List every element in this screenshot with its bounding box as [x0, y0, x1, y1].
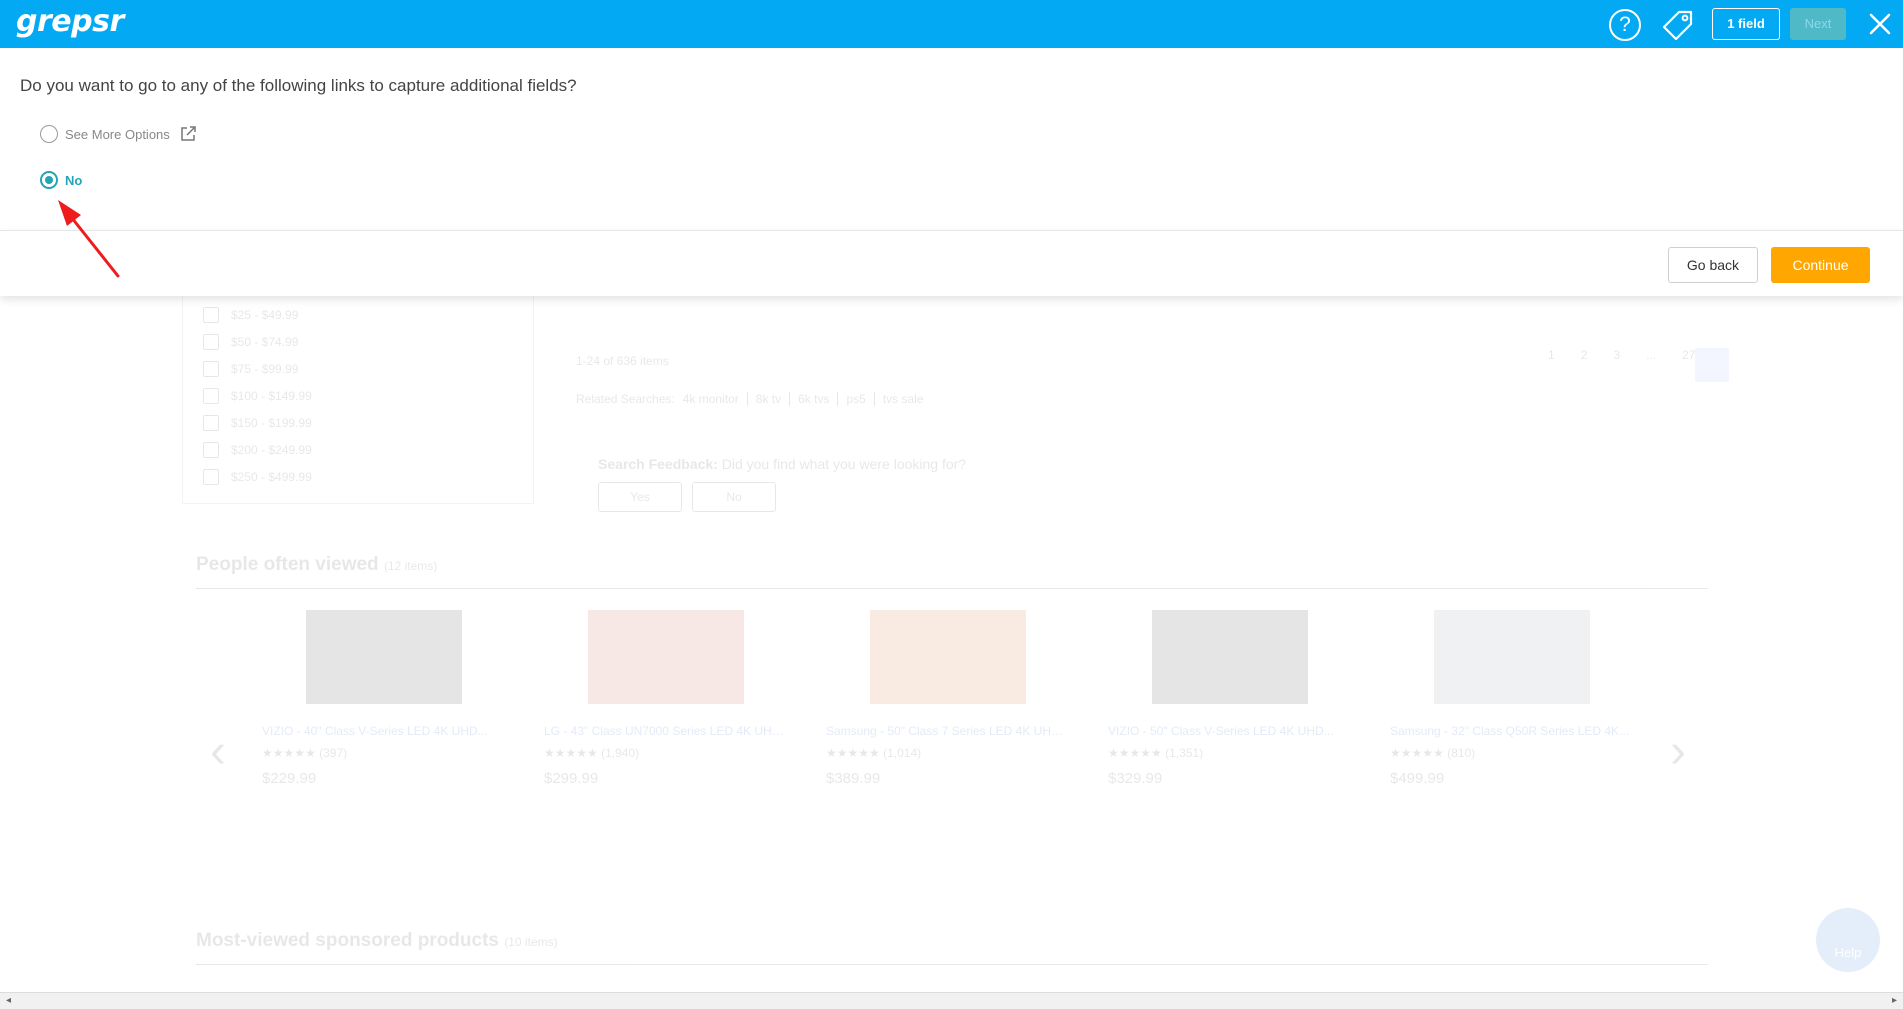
- option-label[interactable]: No: [65, 173, 82, 188]
- people-viewed-title: People often viewed (12 items): [196, 554, 438, 575]
- continue-button[interactable]: Continue: [1771, 247, 1870, 283]
- scroll-left-icon[interactable]: ◂: [6, 995, 11, 1006]
- radio-no[interactable]: [40, 171, 58, 189]
- link-question-panel: Do you want to go to any of the followin…: [0, 48, 1903, 230]
- price-filter-option: $25 - $49.99: [203, 306, 298, 324]
- fields-count-button[interactable]: 1 field: [1712, 8, 1780, 40]
- related-searches: Related Searches: 4k monitor 8k tv 6k tv…: [576, 392, 924, 406]
- divider: [196, 588, 1708, 589]
- product-image: [588, 610, 744, 704]
- next-button[interactable]: Next: [1790, 8, 1846, 40]
- product-image: [870, 610, 1026, 704]
- dialog-footer: Go back Continue: [0, 230, 1903, 296]
- horizontal-scrollbar[interactable]: ◂ ▸: [0, 992, 1903, 1009]
- price-filter-option: $75 - $99.99: [203, 360, 298, 378]
- page-link: 2: [1580, 348, 1588, 362]
- question-text: Do you want to go to any of the followin…: [20, 76, 577, 95]
- related-link: 4k monitor: [682, 392, 739, 406]
- option-see-more[interactable]: See More Options: [40, 124, 197, 144]
- page-ellipsis: ...: [1646, 348, 1657, 362]
- page-link: 27: [1682, 348, 1696, 362]
- carousel-prev-icon: ‹: [210, 725, 226, 778]
- option-label[interactable]: See More Options: [65, 127, 170, 142]
- price-filter-panel: $25 - $49.99 $50 - $74.99 $75 - $99.99 $…: [182, 296, 534, 504]
- annotation-arrow-icon: [58, 200, 120, 278]
- grepsr-logo: grepsr: [16, 4, 124, 39]
- price-filter-option: $100 - $149.99: [203, 387, 312, 405]
- help-button[interactable]: ?: [1609, 9, 1641, 41]
- scroll-right-icon[interactable]: ▸: [1892, 995, 1897, 1006]
- background-page: $25 - $49.99 $50 - $74.99 $75 - $99.99 $…: [0, 296, 1903, 992]
- pagination: 1 2 3 ... 27: [1548, 348, 1695, 362]
- sponsored-title: Most-viewed sponsored products (10 items…: [196, 930, 558, 951]
- product-image: [1434, 610, 1590, 704]
- related-link: 6k tvs: [798, 392, 830, 406]
- price-filter-option: $50 - $74.99: [203, 333, 298, 351]
- feedback-yes-button: Yes: [598, 482, 682, 512]
- results-count: 1-24 of 636 items: [576, 354, 669, 368]
- next-page-button: [1695, 348, 1729, 382]
- external-link-icon[interactable]: [179, 125, 197, 143]
- go-back-button[interactable]: Go back: [1668, 247, 1758, 283]
- price-filter-option: $150 - $199.99: [203, 414, 312, 432]
- divider: [196, 964, 1708, 965]
- option-no[interactable]: No: [40, 170, 82, 190]
- page-link: 1: [1548, 348, 1555, 362]
- related-link: 8k tv: [755, 392, 782, 406]
- carousel-next-icon: ›: [1670, 725, 1686, 778]
- search-feedback: Search Feedback: Did you find what you w…: [598, 456, 967, 472]
- related-link: ps5: [846, 392, 866, 406]
- top-bar: grepsr ? 1 field Next: [0, 0, 1903, 48]
- price-filter-option: $200 - $249.99: [203, 441, 312, 459]
- tag-icon[interactable]: [1659, 8, 1695, 42]
- related-link: tvs sale: [882, 392, 924, 406]
- product-image: [306, 610, 462, 704]
- help-chat-button: Help: [1816, 908, 1880, 972]
- close-icon[interactable]: [1868, 12, 1892, 36]
- price-filter-option: $250 - $499.99: [203, 468, 312, 486]
- radio-see-more[interactable]: [40, 125, 58, 143]
- feedback-no-button: No: [692, 482, 776, 512]
- product-image: [1152, 610, 1308, 704]
- page-link: 3: [1613, 348, 1621, 362]
